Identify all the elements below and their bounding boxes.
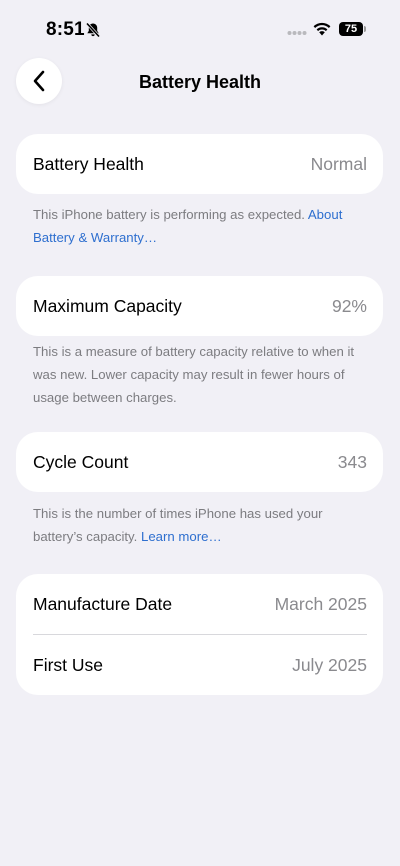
page-title: Battery Health [138, 72, 262, 92]
status-bar: 8:51 75 [0, 0, 400, 60]
dates-card: Manufacture Date March 2025 First Use Ju… [16, 574, 383, 695]
battery-health-row: Battery Health Normal [16, 134, 383, 194]
cycle-count-label: Cycle Count [33, 451, 129, 472]
manufacture-date-row: Manufacture Date March 2025 [16, 574, 383, 634]
wifi-icon [313, 22, 331, 36]
battery-health-footnote: This iPhone battery is performing as exp… [33, 203, 373, 249]
signal-dots-icon [287, 31, 307, 35]
battery-health-card: Battery Health Normal [16, 134, 383, 194]
battery-health-description: This iPhone battery is performing as exp… [33, 207, 308, 222]
maximum-capacity-row: Maximum Capacity 92% [16, 276, 383, 336]
cycle-count-row: Cycle Count 343 [16, 432, 383, 492]
battery-icon: 75 [339, 22, 367, 36]
first-use-row: First Use July 2025 [16, 635, 383, 695]
manufacture-date-value: March 2025 [274, 593, 367, 614]
battery-level: 75 [339, 22, 363, 36]
maximum-capacity-label: Maximum Capacity [33, 295, 182, 316]
cycle-count-footnote: This is the number of times iPhone has u… [33, 502, 373, 548]
learn-more-link[interactable]: Learn more… [141, 529, 222, 544]
first-use-value: July 2025 [292, 654, 367, 675]
battery-tip [364, 26, 366, 32]
cycle-count-card: Cycle Count 343 [16, 432, 383, 492]
maximum-capacity-card: Maximum Capacity 92% [16, 276, 383, 336]
first-use-label: First Use [33, 654, 103, 675]
maximum-capacity-footnote: This is a measure of battery capacity re… [33, 344, 355, 405]
status-time: 8:51 [46, 19, 85, 40]
cycle-count-value: 343 [337, 451, 367, 472]
battery-health-value: Normal [310, 153, 367, 174]
maximum-capacity-value: 92% [331, 295, 367, 316]
bell-slash-icon [85, 22, 101, 38]
battery-health-label: Battery Health [33, 153, 144, 174]
manufacture-date-label: Manufacture Date [33, 593, 173, 614]
